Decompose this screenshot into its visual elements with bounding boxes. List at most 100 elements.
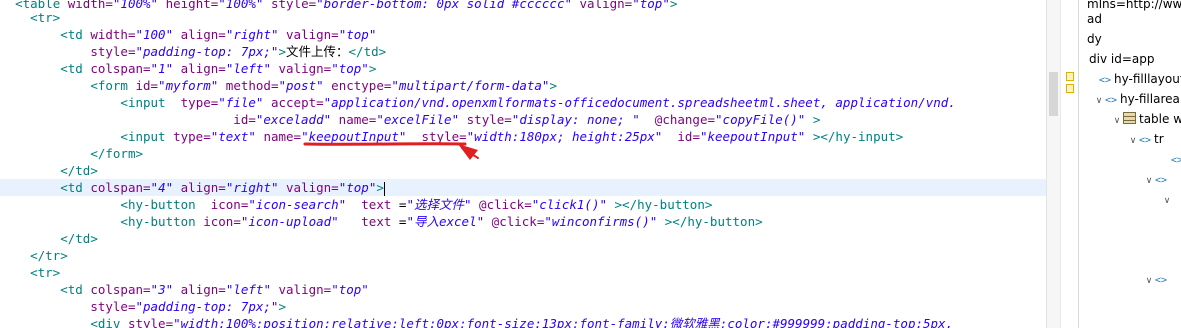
outline-item[interactable]: ∨ <> tr: [1127, 130, 1164, 148]
code-line[interactable]: <tr>: [0, 264, 1060, 281]
code-token: style=: [466, 112, 512, 127]
code-line[interactable]: <form id="myform" method="post" enctype=…: [0, 77, 1060, 94]
code-token: text: [361, 214, 399, 229]
code-token: align=: [180, 180, 226, 195]
code-token: "exceladd": [255, 112, 332, 127]
code-token: width=: [90, 27, 136, 42]
code-line[interactable]: </form>: [0, 145, 1060, 162]
occurrence-marker[interactable]: [1066, 84, 1074, 93]
code-token: </td>: [348, 44, 387, 59]
code-token: </td>: [60, 163, 98, 178]
code-line[interactable]: <hy-button icon="icon-search" text ="选择文…: [0, 196, 1060, 213]
outline-item[interactable]: ∨: [1161, 190, 1173, 208]
code-line[interactable]: <td colspan="3" align="left" valign="top…: [0, 281, 1060, 298]
outline-item[interactable]: <>hy-filllayout :: [1087, 70, 1181, 88]
occurrence-marker[interactable]: [1066, 72, 1074, 81]
code-token: "post": [278, 78, 324, 93]
outline-item[interactable]: ∨ <>: [1143, 170, 1170, 188]
code-token: text: [361, 197, 399, 212]
code-line[interactable]: <td width="100" align="right" valign="to…: [0, 26, 1060, 43]
expand-chevron-icon[interactable]: ∨: [1127, 132, 1139, 150]
outline-item[interactable]: div id=app: [1089, 50, 1154, 68]
code-line[interactable]: <input type="file" accept="application/v…: [0, 94, 1060, 111]
code-token: "click1()": [531, 197, 607, 212]
expand-chevron-icon[interactable]: ∨: [1143, 272, 1155, 290]
expand-chevron-icon[interactable]: ∨: [1161, 192, 1173, 210]
outline-item-label: table w: [1139, 112, 1181, 126]
code-token: <hy-button: [120, 214, 204, 229]
code-token: "选择文件": [406, 197, 472, 212]
code-line[interactable]: </td>: [0, 162, 1060, 179]
outline-item[interactable]: ∨ <> hy-fillarea: [1093, 90, 1180, 108]
expand-chevron-icon[interactable]: ∨: [1093, 92, 1105, 110]
element-tag-icon: <>: [1155, 275, 1168, 286]
code-line[interactable]: <td colspan="4" align="right" valign="to…: [0, 179, 1060, 196]
outline-item[interactable]: <>: [1159, 150, 1181, 168]
code-line[interactable]: </td>: [0, 230, 1060, 247]
code-token: >: [278, 44, 286, 59]
scrollbar-thumb[interactable]: [1049, 72, 1058, 116]
code-line[interactable]: <tr>: [0, 9, 1060, 26]
code-token: "excelFile": [376, 112, 460, 127]
outline-item[interactable]: ∨ table w: [1111, 110, 1181, 128]
outline-item[interactable]: ∨ <>: [1143, 270, 1170, 288]
code-token: "3": [150, 282, 174, 297]
code-token: "copyFile()": [715, 112, 806, 127]
code-token: "padding-top: 7px;": [135, 299, 279, 314]
code-token: "导入excel": [406, 214, 485, 229]
code-line[interactable]: <div style="width:100%;position:relative…: [0, 315, 1060, 328]
element-tag-icon: <>: [1171, 155, 1181, 166]
code-token: "width:180px; height:25px": [466, 129, 663, 144]
code-line[interactable]: style="padding-top: 7px;">文件上传：</td>: [0, 43, 1060, 60]
code-token: "icon-upload": [240, 214, 339, 229]
element-tag-icon: <>: [1139, 135, 1152, 146]
code-line[interactable]: style="padding-top: 7px;">: [0, 298, 1060, 315]
code-token: align=: [180, 282, 226, 297]
code-token: name=: [263, 129, 302, 144]
expand-chevron-icon[interactable]: ∨: [1143, 172, 1155, 190]
code-token: valign=: [278, 61, 332, 76]
code-line[interactable]: <hy-button icon="icon-upload" text ="导入e…: [0, 213, 1060, 230]
code-line[interactable]: id="exceladd" name="excelFile" style="di…: [0, 111, 1060, 128]
code-token: <input: [120, 95, 181, 110]
code-token: style=: [421, 129, 467, 144]
code-token: "top": [338, 180, 377, 195]
code-line[interactable]: <td colspan="1" align="left" valign="top…: [0, 60, 1060, 77]
outline-item[interactable]: dy: [1087, 30, 1102, 48]
outline-item-label: div id=app: [1089, 52, 1155, 66]
code-line[interactable]: <input type="text" name="keepoutInput" s…: [0, 128, 1060, 145]
code-line[interactable]: </tr>: [0, 247, 1060, 264]
outline-item[interactable]: ad: [1087, 10, 1102, 28]
code-token: <hy-button: [120, 197, 211, 212]
code-token: "right": [225, 180, 279, 195]
code-token: valign=: [278, 282, 332, 297]
code-editor[interactable]: <table width="100%" height="100%" style=…: [0, 0, 1060, 328]
vertical-scrollbar[interactable]: [1046, 0, 1061, 328]
code-token: "left": [225, 282, 271, 297]
code-token: ></hy-button>: [664, 214, 763, 229]
code-token: "application/vnd.openxmlformats-officedo…: [323, 95, 956, 110]
code-token: <div: [90, 316, 128, 328]
expand-chevron-icon[interactable]: ∨: [1111, 112, 1123, 130]
code-token: >: [376, 180, 384, 195]
code-token: id=: [135, 78, 159, 93]
